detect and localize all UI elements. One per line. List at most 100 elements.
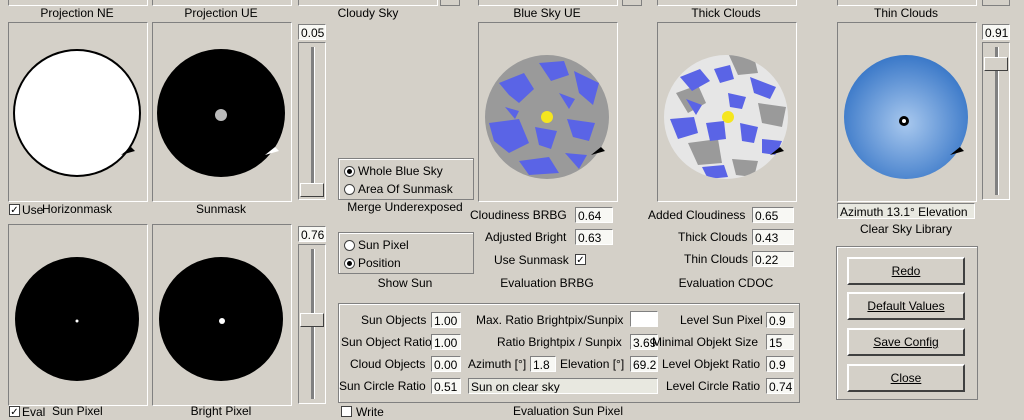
clear-sky-library-caption: Clear Sky Library [859,222,953,236]
sun-object-ratio-label: Sun Object Ratio [341,335,432,349]
minimal-objekt-size-field[interactable]: 15 [766,334,794,350]
area-of-sunmask-label[interactable]: Area Of Sunmask [358,182,453,196]
use-sunmask-checkbox[interactable]: ✓ [575,254,586,266]
sun-objects-label: Sun Objects [361,313,427,327]
cdoc-sun-marker [722,111,734,123]
sun-status-field: Sun on clear sky [468,378,658,394]
blue-sky-ue-view [485,55,609,179]
bright-pixel-caption: Bright Pixel [190,404,252,418]
horizonmask-caption: Horizonmask [42,202,113,216]
sun-pixel-view [15,257,139,381]
default-values-button[interactable]: Default Values [847,292,965,320]
merge-underexposed-caption: Merge Underexposed [347,200,463,214]
label-thin-clouds: Thin Clouds [873,6,939,20]
sun-objects-field[interactable]: 1.00 [431,312,461,328]
sun-pixel-image [8,224,148,406]
bright-pixel-spot [219,318,225,324]
redo-button-label: Redo [891,264,921,278]
sun-object-ratio-field[interactable]: 1.00 [431,334,461,350]
threshold-mid-slider[interactable] [298,244,326,404]
write-label: Write [356,405,384,419]
threshold-top-slider[interactable] [298,42,326,200]
whole-blue-sky-radio[interactable] [344,166,355,177]
sun-pixel-radio[interactable] [344,240,355,251]
minimal-objekt-size-label: Minimal Objekt Size [652,335,759,349]
thin-clouds-field[interactable]: 0.22 [752,251,794,267]
threshold-mid-slider-thumb[interactable] [300,313,324,327]
threshold-right-slider[interactable] [982,42,1010,200]
clear-sky-sun-core [902,119,906,123]
save-config-button[interactable]: Save Config [847,328,965,356]
default-values-button-label: Default Values [867,299,945,313]
top-scroll-stub-1 [440,0,460,6]
blue-sky-ue-image [478,22,618,202]
label-blue-sky-ue: Blue Sky UE [513,6,581,20]
level-objekt-ratio-label: Level Objekt Ratio [662,357,761,371]
close-button-label: Close [890,371,922,385]
evaluation-brbg-caption: Evaluation BRBG [500,276,594,290]
sun-pixel-radio-label[interactable]: Sun Pixel [358,238,409,252]
added-cloudiness-field[interactable]: 0.65 [752,207,794,223]
label-thick-clouds: Thick Clouds [691,6,761,20]
label-cloudy-sky: Cloudy Sky [337,6,399,20]
horizonmask-view [13,49,141,177]
level-sun-pixel-label: Level Sun Pixel [680,313,763,327]
position-radio-label[interactable]: Position [358,256,401,270]
whole-blue-sky-label[interactable]: Whole Blue Sky [358,164,443,178]
horizonmask-image [8,22,148,202]
level-sun-pixel-field[interactable]: 0.9 [766,312,794,328]
level-objekt-ratio-field[interactable]: 0.9 [766,356,794,372]
elevation-field[interactable]: 69.2 [630,356,658,372]
evaluation-cdoc-caption: Evaluation CDOC [678,276,774,290]
sun-circle-ratio-field[interactable]: 0.51 [431,378,461,394]
show-sun-caption: Show Sun [377,276,433,290]
thin-clouds-label: Thin Clouds [684,252,749,266]
cloud-objects-label: Cloud Objects [350,357,426,371]
threshold-right-value[interactable]: 0.91 [982,24,1010,40]
added-cloudiness-label: Added Cloudiness [648,208,746,222]
sun-pixel-disc [15,257,139,381]
sunmask-image [152,22,292,202]
sun-circle-ratio-label: Sun Circle Ratio [339,379,426,393]
evaluation-sun-pixel-caption: Evaluation Sun Pixel [512,404,624,418]
area-of-sunmask-radio[interactable] [344,184,355,195]
thick-clouds-field[interactable]: 0.43 [752,229,794,245]
write-checkbox[interactable] [341,406,352,417]
bright-pixel-view [159,257,283,381]
max-ratio-label: Max. Ratio Brightpix/Sunpix [476,313,624,327]
use-checkbox[interactable]: ✓ [9,204,20,216]
top-scroll-stub-2 [622,0,642,6]
threshold-top-value[interactable]: 0.05 [298,24,326,40]
cloudiness-brbg-field[interactable]: 0.64 [575,207,613,223]
adjusted-bright-field[interactable]: 0.63 [575,229,613,245]
label-projection-ue: Projection UE [184,6,258,20]
save-config-button-label: Save Config [873,335,939,349]
azimuth-field[interactable]: 1.8 [530,356,556,372]
sunmask-caption: Sunmask [195,202,247,216]
azimuth-readout: Azimuth 13.1° Elevation [837,203,975,219]
sun-pixel-caption: Sun Pixel [52,404,103,418]
max-ratio-field[interactable] [630,311,658,327]
cloudiness-brbg-label: Cloudiness BRBG [470,208,567,222]
brbg-sun-marker [541,111,553,123]
adjusted-bright-label: Adjusted Bright [485,230,567,244]
threshold-right-slider-thumb[interactable] [984,57,1008,71]
thick-clouds-label: Thick Clouds [678,230,748,244]
eval-checkbox[interactable]: ✓ [9,406,20,418]
use-label: Use [22,203,44,217]
redo-button[interactable]: Redo [847,257,965,285]
position-radio[interactable] [344,258,355,269]
sunmask-view [157,49,285,177]
horizon-disc [15,51,139,175]
cloud-objects-field[interactable]: 0.00 [431,356,461,372]
eval-label: Eval [22,405,46,419]
threshold-top-slider-thumb[interactable] [300,183,324,197]
use-sunmask-label: Use Sunmask [494,253,569,267]
elevation-label: Elevation [°] [560,357,625,371]
azimuth-label: Azimuth [°] [468,357,527,371]
sun-pixel-dot [75,319,79,323]
level-circle-ratio-field[interactable]: 0.74 [766,378,794,394]
close-button[interactable]: Close [847,364,965,392]
threshold-mid-value[interactable]: 0.76 [298,226,326,242]
top-scroll-stub-3 [982,0,1010,6]
